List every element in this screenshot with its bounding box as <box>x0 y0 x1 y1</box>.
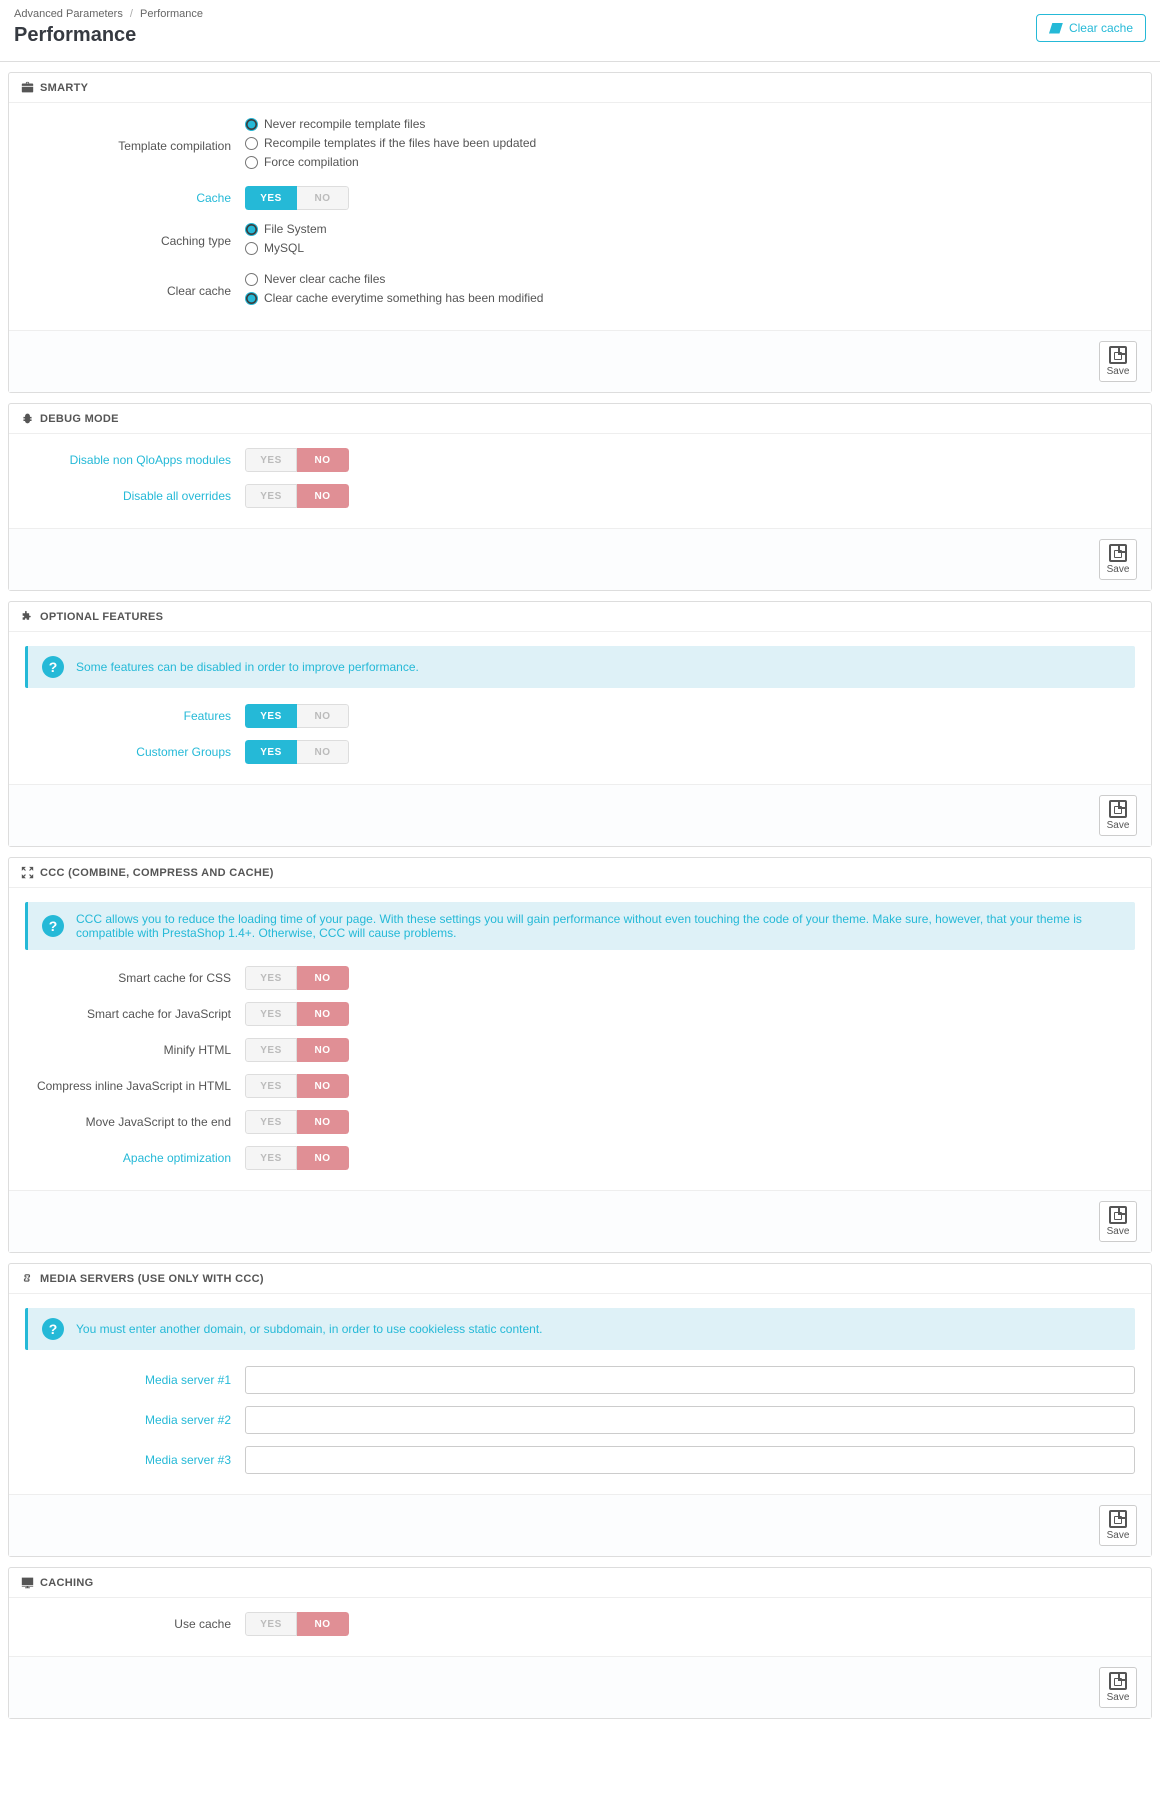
label-caching-type: Caching type <box>25 234 245 248</box>
label-disable-non-qlo[interactable]: Disable non QloApps modules <box>25 453 245 467</box>
toggle-smart-js[interactable]: YESNO <box>245 1002 349 1026</box>
radio-never-recompile[interactable]: Never recompile template files <box>245 117 1135 131</box>
label-media3[interactable]: Media server #3 <box>25 1453 245 1467</box>
panel-ccc: CCC (COMBINE, COMPRESS AND CACHE) ? CCC … <box>8 857 1152 1253</box>
label-use-cache: Use cache <box>25 1617 245 1631</box>
info-icon: ? <box>42 656 64 678</box>
panel-optional: OPTIONAL FEATURES ? Some features can be… <box>8 601 1152 847</box>
fullscreen-icon <box>21 866 34 879</box>
label-minify-html: Minify HTML <box>25 1043 245 1057</box>
briefcase-icon <box>21 81 34 94</box>
breadcrumb-current: Performance <box>140 8 203 20</box>
toggle-cache[interactable]: YES NO <box>245 186 349 210</box>
toggle-compress-js[interactable]: YESNO <box>245 1074 349 1098</box>
panel-media: MEDIA SERVERS (USE ONLY WITH CCC) ? You … <box>8 1263 1152 1557</box>
radio-mysql[interactable]: MySQL <box>245 241 1135 255</box>
eraser-icon <box>1049 23 1063 34</box>
panel-heading-ccc: CCC (COMBINE, COMPRESS AND CACHE) <box>9 858 1151 888</box>
puzzle-icon <box>21 610 34 623</box>
save-icon <box>1109 1510 1127 1528</box>
input-media1[interactable] <box>245 1366 1135 1394</box>
toggle-move-js[interactable]: YESNO <box>245 1110 349 1134</box>
save-button-media[interactable]: Save <box>1099 1505 1137 1546</box>
save-button-caching[interactable]: Save <box>1099 1667 1137 1708</box>
panel-heading-optional: OPTIONAL FEATURES <box>9 602 1151 632</box>
save-button-ccc[interactable]: Save <box>1099 1201 1137 1242</box>
panel-heading-smarty: SMARTY <box>9 73 1151 103</box>
info-icon: ? <box>42 915 64 937</box>
input-media2[interactable] <box>245 1406 1135 1434</box>
save-button-debug[interactable]: Save <box>1099 539 1137 580</box>
save-icon <box>1109 544 1127 562</box>
bug-icon <box>21 412 34 425</box>
clear-cache-button[interactable]: Clear cache <box>1036 14 1146 42</box>
save-icon <box>1109 1206 1127 1224</box>
label-move-js: Move JavaScript to the end <box>25 1115 245 1129</box>
toggle-disable-non-qlo[interactable]: YESNO <box>245 448 349 472</box>
save-button-smarty[interactable]: Save <box>1099 341 1137 382</box>
panel-smarty: SMARTY Template compilation Never recomp… <box>8 72 1152 393</box>
alert-ccc: ? CCC allows you to reduce the loading t… <box>25 902 1135 950</box>
label-customer-groups[interactable]: Customer Groups <box>25 745 245 759</box>
link-icon <box>21 1272 34 1285</box>
panel-caching: CACHING Use cacheYESNO Save <box>8 1567 1152 1719</box>
alert-optional: ? Some features can be disabled in order… <box>25 646 1135 688</box>
info-icon: ? <box>42 1318 64 1340</box>
radio-clear-modified[interactable]: Clear cache everytime something has been… <box>245 291 1135 305</box>
label-compress-js: Compress inline JavaScript in HTML <box>25 1079 245 1093</box>
desktop-icon <box>21 1576 34 1589</box>
clear-cache-label: Clear cache <box>1069 21 1133 35</box>
label-apache[interactable]: Apache optimization <box>25 1151 245 1165</box>
breadcrumb: Advanced Parameters / Performance <box>14 8 203 20</box>
label-media2[interactable]: Media server #2 <box>25 1413 245 1427</box>
toggle-features[interactable]: YESNO <box>245 704 349 728</box>
radio-filesystem[interactable]: File System <box>245 222 1135 236</box>
label-template-compilation: Template compilation <box>25 139 245 153</box>
alert-media: ? You must enter another domain, or subd… <box>25 1308 1135 1350</box>
save-button-optional[interactable]: Save <box>1099 795 1137 836</box>
toggle-smart-css[interactable]: YESNO <box>245 966 349 990</box>
save-icon <box>1109 1672 1127 1690</box>
save-icon <box>1109 800 1127 818</box>
page-title: Performance <box>14 24 203 47</box>
toggle-apache[interactable]: YESNO <box>245 1146 349 1170</box>
save-icon <box>1109 346 1127 364</box>
radio-force-compilation[interactable]: Force compilation <box>245 155 1135 169</box>
toggle-use-cache[interactable]: YESNO <box>245 1612 349 1636</box>
label-cache[interactable]: Cache <box>25 191 245 205</box>
toggle-customer-groups[interactable]: YESNO <box>245 740 349 764</box>
panel-heading-caching: CACHING <box>9 1568 1151 1598</box>
toggle-minify-html[interactable]: YESNO <box>245 1038 349 1062</box>
label-clear-cache: Clear cache <box>25 284 245 298</box>
label-media1[interactable]: Media server #1 <box>25 1373 245 1387</box>
radio-recompile-updated[interactable]: Recompile templates if the files have be… <box>245 136 1135 150</box>
breadcrumb-parent[interactable]: Advanced Parameters <box>14 8 123 20</box>
label-smart-js: Smart cache for JavaScript <box>25 1007 245 1021</box>
toggle-disable-overrides[interactable]: YESNO <box>245 484 349 508</box>
page-header: Advanced Parameters / Performance Perfor… <box>0 0 1160 62</box>
label-smart-css: Smart cache for CSS <box>25 971 245 985</box>
label-disable-overrides[interactable]: Disable all overrides <box>25 489 245 503</box>
label-features[interactable]: Features <box>25 709 245 723</box>
radio-never-clear[interactable]: Never clear cache files <box>245 272 1135 286</box>
panel-debug: DEBUG MODE Disable non QloApps modules Y… <box>8 403 1152 591</box>
panel-heading-debug: DEBUG MODE <box>9 404 1151 434</box>
panel-heading-media: MEDIA SERVERS (USE ONLY WITH CCC) <box>9 1264 1151 1294</box>
input-media3[interactable] <box>245 1446 1135 1474</box>
